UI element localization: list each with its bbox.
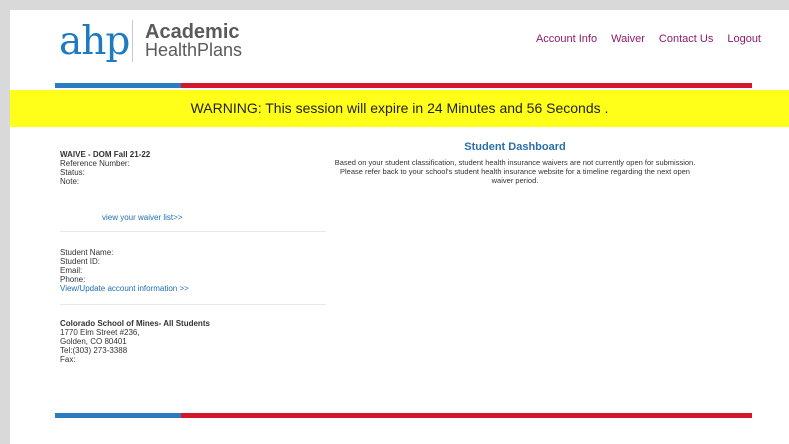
email-label: Email:	[60, 266, 83, 275]
reference-number-label: Reference Number:	[60, 159, 130, 168]
logo-separator	[132, 20, 133, 62]
left-column: WAIVE - DOM Fall 21-22 Reference Number:…	[60, 150, 326, 364]
session-warning: WARNING: This session will expire in 24 …	[10, 90, 789, 127]
dashboard-title: Student Dashboard	[464, 141, 566, 153]
view-waiver-list-link[interactable]: view your waiver list>>	[102, 213, 326, 222]
dashboard-message: Based on your student classification, st…	[334, 158, 696, 185]
nav-account-info[interactable]: Account Info	[536, 33, 597, 45]
logo-text-academic: Academic	[145, 21, 240, 43]
school-name: Colorado School of Mines- All Students	[60, 319, 210, 328]
student-name-label: Student Name:	[60, 248, 114, 257]
divider	[60, 304, 326, 305]
school-fax: Fax:	[60, 355, 76, 364]
note-label: Note:	[60, 177, 80, 186]
logo-mark[interactable]: ahp	[59, 18, 130, 66]
waiver-title: WAIVE - DOM Fall 21-22	[60, 150, 151, 159]
top-rule-blue	[55, 83, 181, 88]
divider	[60, 231, 326, 232]
school-info: Colorado School of Mines- All Students 1…	[60, 319, 326, 364]
waiver-info: WAIVE - DOM Fall 21-22 Reference Number:…	[60, 150, 326, 186]
page: ahp Academic HealthPlans Account Info Wa…	[10, 10, 789, 444]
logo-text-healthplans: HealthPlans	[145, 40, 243, 60]
nav-logout[interactable]: Logout	[727, 33, 761, 45]
bottom-rule-red	[181, 413, 752, 418]
main-nav: Account Info Waiver Contact Us Logout	[536, 33, 761, 45]
student-id-label: Student ID:	[60, 257, 101, 266]
school-address-1: 1770 Elm Street #236,	[60, 328, 140, 337]
top-rule-red	[181, 83, 752, 88]
school-tel: Tel:(303) 273-3388	[60, 346, 128, 355]
school-address-2: Golden, CO 80401	[60, 337, 127, 346]
bottom-rule-blue	[55, 413, 181, 418]
update-account-link[interactable]: View/Update account information >>	[60, 284, 326, 293]
student-info: Student Name: Student ID: Email: Phone: …	[60, 248, 326, 293]
status-label: Status:	[60, 168, 85, 177]
bottom-rule	[55, 413, 752, 418]
phone-label: Phone:	[60, 275, 86, 284]
nav-contact-us[interactable]: Contact Us	[659, 33, 713, 45]
header: ahp Academic HealthPlans Account Info Wa…	[10, 10, 789, 80]
nav-waiver[interactable]: Waiver	[611, 33, 645, 45]
top-rule	[55, 83, 752, 88]
